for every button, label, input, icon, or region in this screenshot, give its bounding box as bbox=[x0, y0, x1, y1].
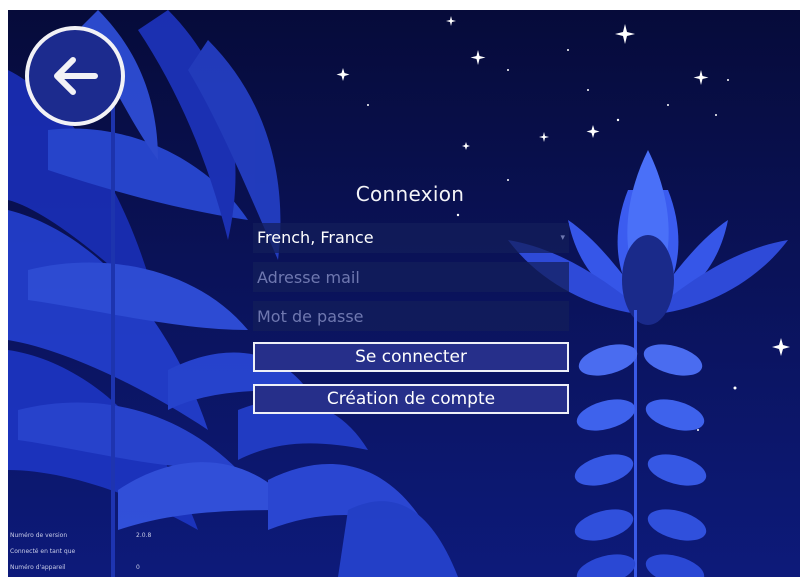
back-button[interactable] bbox=[25, 26, 125, 126]
email-input[interactable] bbox=[257, 262, 565, 292]
device-label: Numéro d'appareil bbox=[10, 564, 66, 571]
caret-down-icon: ▾ bbox=[560, 233, 565, 243]
password-input[interactable] bbox=[257, 301, 565, 331]
background-illustration bbox=[8, 10, 790, 577]
connected-label: Connecté en tant que bbox=[10, 548, 76, 555]
version-value: 2.0.8 bbox=[136, 532, 152, 539]
login-button[interactable]: Se connecter bbox=[253, 342, 569, 372]
version-label: Numéro de version bbox=[10, 532, 68, 539]
page-title: Connexion bbox=[355, 182, 465, 206]
password-field[interactable] bbox=[253, 301, 569, 331]
language-select[interactable]: French, France ▾ bbox=[253, 223, 569, 253]
device-value: 0 bbox=[136, 564, 140, 571]
email-field[interactable] bbox=[253, 262, 569, 292]
arrow-left-icon bbox=[54, 57, 98, 95]
language-value: French, France bbox=[257, 228, 374, 247]
app-window: Connexion French, France ▾ Se connecter … bbox=[8, 10, 800, 577]
create-account-button[interactable]: Création de compte bbox=[253, 384, 569, 414]
